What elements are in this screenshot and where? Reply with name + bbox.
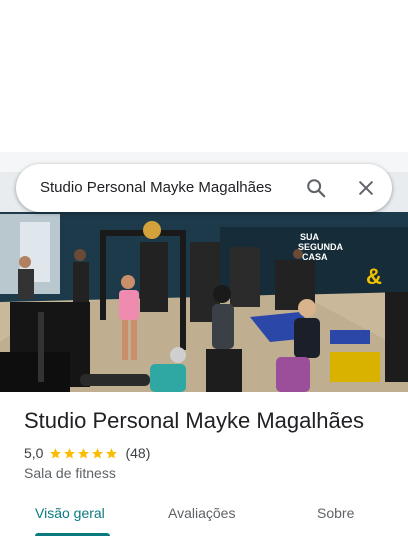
star-icon <box>64 447 76 459</box>
tab-reviews[interactable]: Avaliações <box>168 505 235 521</box>
active-tab-indicator <box>35 533 110 536</box>
search-button[interactable] <box>302 174 330 202</box>
rating-score: 5,0 <box>24 445 44 461</box>
star-icon <box>92 447 104 459</box>
top-blank-area <box>0 0 408 152</box>
clear-search-button[interactable] <box>352 174 380 202</box>
tab-bar: Visão geral Avaliações Sobre <box>0 496 408 544</box>
rating-stars <box>49 447 119 460</box>
tab-overview[interactable]: Visão geral <box>35 505 105 521</box>
place-category[interactable]: Sala de fitness <box>24 465 116 481</box>
close-icon <box>359 181 373 195</box>
search-input[interactable]: Studio Personal Mayke Magalhães <box>40 164 272 212</box>
review-count[interactable]: (48) <box>125 445 150 461</box>
search-bar[interactable]: Studio Personal Mayke Magalhães <box>16 164 392 212</box>
svg-text:&: & <box>366 264 382 289</box>
star-icon <box>106 447 118 459</box>
wall-text-2: SEGUNDA <box>298 242 344 252</box>
star-icon <box>78 447 90 459</box>
rating-row[interactable]: 5,0 (48) <box>24 444 150 462</box>
star-icon <box>50 447 62 459</box>
tab-about[interactable]: Sobre <box>317 505 354 521</box>
place-title: Studio Personal Mayke Magalhães <box>24 408 364 433</box>
wall-text-1: SUA <box>300 232 320 242</box>
search-icon <box>307 179 326 198</box>
